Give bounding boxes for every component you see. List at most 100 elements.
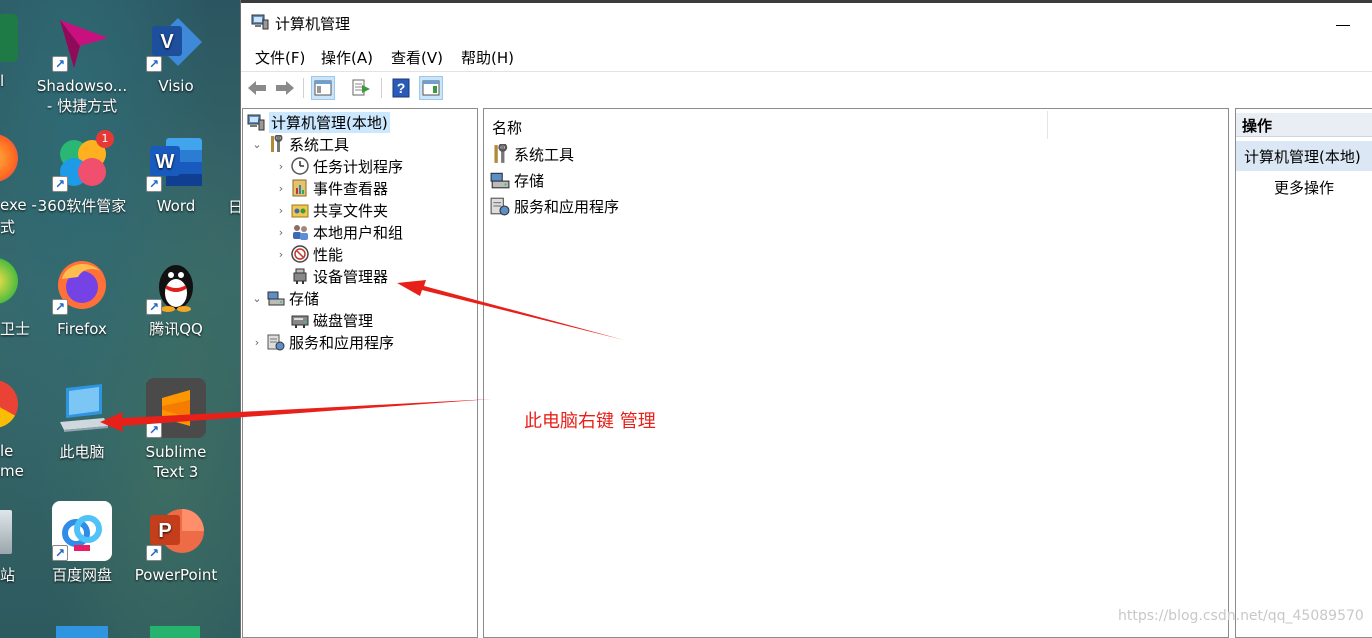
desktop-icon-label: Visio	[158, 77, 194, 95]
partial-app-icon[interactable]	[0, 134, 18, 182]
tree-item-label: 设备管理器	[313, 267, 389, 286]
svg-text:V: V	[160, 31, 174, 53]
storage-icon	[267, 289, 285, 307]
recycle-bin-partial-icon[interactable]	[0, 510, 12, 554]
visio-icon: V ↗	[146, 12, 206, 72]
tree-item-performance[interactable]: › 性能	[273, 243, 343, 265]
show-tree-icon[interactable]	[311, 76, 335, 100]
disk-management-icon	[291, 311, 309, 329]
tree-item-task-scheduler[interactable]: › 任务计划程序	[273, 155, 403, 177]
tree-item-computer-management[interactable]: 计算机管理(本地)	[245, 111, 390, 133]
qq-penguin-icon: ↗	[146, 255, 206, 315]
services-apps-icon	[490, 196, 510, 216]
computer-management-icon	[251, 14, 269, 30]
desktop-icon-baidu-netdisk[interactable]: ↗ 百度网盘	[34, 501, 130, 585]
forward-arrow-icon[interactable]	[273, 76, 297, 100]
chevron-down-icon[interactable]: ⌄	[249, 138, 265, 151]
desktop-icon-sublime[interactable]: ↗ Sublime Text 3	[128, 378, 224, 482]
tree-item-disk-management[interactable]: 磁盘管理	[273, 309, 373, 331]
desktop-partial-label: me	[0, 462, 24, 480]
menu-view[interactable]: 查看(V)	[389, 47, 445, 68]
tree-item-label: 服务和应用程序	[289, 333, 395, 352]
chevron-right-icon[interactable]: ›	[249, 336, 265, 349]
help-icon[interactable]: ?	[389, 76, 413, 100]
desktop-icon-visio[interactable]: V ↗ Visio	[128, 12, 224, 96]
desktop-partial-label: l	[0, 72, 5, 90]
chevron-right-icon[interactable]: ›	[273, 182, 289, 195]
firefox-icon: ↗	[52, 255, 112, 315]
back-arrow-icon[interactable]	[245, 76, 269, 100]
tree-item-shared-folders[interactable]: › 共享文件夹	[273, 199, 388, 221]
desktop-icon-powerpoint[interactable]: P ↗ PowerPoint	[128, 501, 224, 585]
desktop-icon-word[interactable]: W ↗ Word	[128, 132, 224, 216]
menu-bar: 文件(F) 操作(A) 查看(V) 帮助(H)	[241, 44, 1372, 70]
task-scheduler-icon	[291, 157, 309, 175]
menu-help[interactable]: 帮助(H)	[459, 47, 516, 68]
desktop-partial-label: exe -	[0, 196, 37, 214]
title-bar[interactable]: 计算机管理	[241, 0, 1372, 42]
actions-section-computer-management[interactable]: 计算机管理(本地)	[1236, 141, 1372, 171]
column-divider[interactable]	[1047, 111, 1048, 139]
more-actions-item[interactable]: 更多操作	[1274, 177, 1334, 198]
desktop-icon-360-software[interactable]: 1 ↗ 360软件管家	[34, 130, 130, 216]
tree-item-system-tools[interactable]: ⌄ 系统工具	[249, 133, 349, 155]
menu-file[interactable]: 文件(F)	[253, 47, 307, 68]
tree-item-services-apps[interactable]: › 服务和应用程序	[249, 331, 394, 353]
actions-header: 操作	[1236, 113, 1372, 137]
shared-folders-icon	[291, 201, 309, 219]
word-icon: W ↗	[146, 132, 206, 192]
event-viewer-icon	[291, 179, 309, 197]
partial-bottom-icon[interactable]	[56, 626, 108, 638]
desktop-icon-label: 此电脑	[59, 443, 105, 461]
desktop-partial-label: 卫士	[0, 320, 31, 338]
desktop-icon-label: Sublime	[145, 443, 207, 461]
tree-item-label: 系统工具	[289, 135, 350, 154]
excel-partial-icon[interactable]	[0, 14, 18, 62]
desktop-icon-shadowsocks[interactable]: ↗ Shadowso... - 快捷方式	[34, 12, 130, 116]
desktop-icon-firefox[interactable]: ↗ Firefox	[34, 255, 130, 339]
chevron-right-icon[interactable]: ›	[273, 204, 289, 217]
list-item[interactable]: 系统工具	[490, 142, 574, 165]
show-action-pane-icon[interactable]	[419, 76, 443, 100]
storage-icon	[490, 170, 510, 190]
list-item[interactable]: 存储	[490, 169, 544, 191]
paper-plane-icon: ↗	[52, 12, 112, 72]
chevron-right-icon[interactable]: ›	[273, 160, 289, 173]
tree-item-storage[interactable]: ⌄ 存储	[249, 287, 319, 309]
partial-chrome-icon[interactable]	[0, 380, 18, 428]
desktop-icon-qq[interactable]: ↗ 腾讯QQ	[128, 255, 224, 339]
desktop-partial-label: le	[0, 442, 14, 460]
partial-360-icon[interactable]	[0, 258, 18, 304]
list-item-label: 存储	[514, 171, 545, 190]
column-header-label: 名称	[492, 119, 523, 137]
shortcut-arrow-icon: ↗	[146, 176, 162, 192]
chevron-right-icon[interactable]: ›	[273, 248, 289, 261]
list-item[interactable]: 服务和应用程序	[490, 195, 619, 217]
window-title: 计算机管理	[275, 15, 351, 33]
column-header-name[interactable]: 名称	[484, 109, 1228, 141]
tree-item-event-viewer[interactable]: › 事件查看器	[273, 177, 388, 199]
svg-text:?: ?	[397, 80, 406, 96]
tree-item-label: 磁盘管理	[313, 311, 374, 330]
tree-item-device-manager[interactable]: 设备管理器	[273, 265, 388, 287]
chevron-right-icon[interactable]: ›	[273, 226, 289, 239]
tree-item-label: 存储	[289, 289, 320, 308]
shortcut-arrow-icon: ↗	[146, 56, 162, 72]
desktop-icon-label: 360软件管家	[37, 197, 127, 215]
minimize-button[interactable]	[1336, 25, 1350, 26]
tree-item-label: 性能	[313, 245, 344, 264]
computer-management-icon	[247, 113, 265, 131]
menu-action[interactable]: 操作(A)	[319, 47, 375, 68]
desktop-partial-label: 站	[0, 566, 16, 584]
notification-badge: 1	[96, 130, 114, 148]
toolbar-separator	[303, 78, 304, 98]
tree-item-label: 任务计划程序	[313, 157, 404, 176]
desktop-partial-label: 日	[228, 198, 240, 216]
export-list-icon[interactable]	[349, 76, 373, 100]
system-tools-icon	[490, 142, 510, 164]
partial-bottom-icon[interactable]	[150, 626, 200, 638]
svg-text:P: P	[158, 520, 171, 542]
desktop-icon-this-pc[interactable]: 此电脑	[34, 378, 130, 462]
chevron-down-icon[interactable]: ⌄	[249, 292, 265, 305]
tree-item-local-users[interactable]: › 本地用户和组	[273, 221, 403, 243]
